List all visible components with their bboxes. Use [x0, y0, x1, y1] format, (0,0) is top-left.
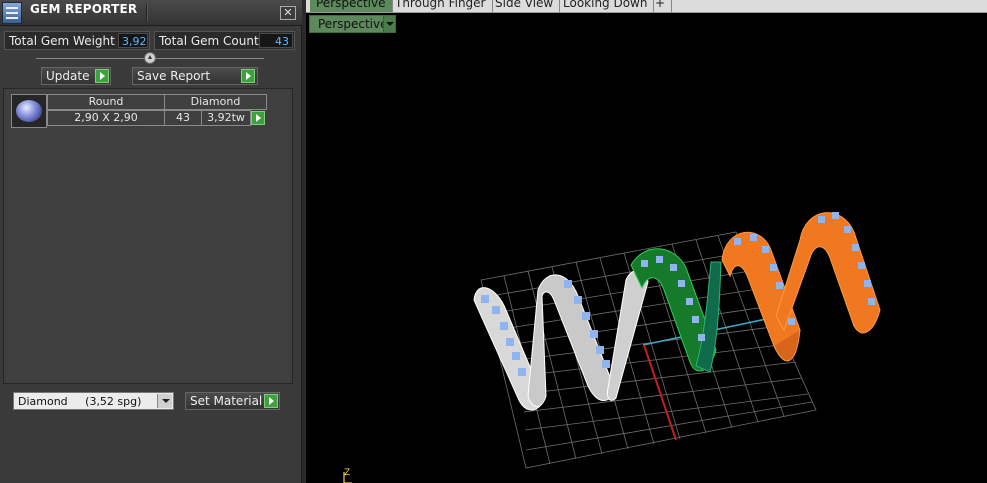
white-ring-2	[527, 274, 617, 407]
play-arrow-icon	[264, 394, 278, 408]
header-divider	[146, 4, 148, 22]
chevron-down-icon[interactable]	[157, 394, 172, 408]
save-report-label: Save Report	[137, 69, 211, 83]
total-gem-weight: Total Gem Weight 3,92	[4, 31, 150, 50]
add-tab-icon[interactable]: +	[649, 0, 673, 12]
play-arrow-icon[interactable]	[251, 111, 265, 125]
chevron-down-icon[interactable]	[383, 16, 395, 32]
play-arrow-icon	[241, 69, 255, 83]
update-label: Update	[46, 69, 90, 83]
total-weight-value: 3,92	[118, 33, 148, 48]
tab-looking-down[interactable]: Looking Down	[557, 0, 655, 12]
gem-reporter-icon	[2, 2, 22, 24]
material-select-value: Diamond (3,52 spg)	[18, 395, 142, 408]
panel-header: GEM REPORTER ✕	[0, 0, 302, 26]
save-report-button[interactable]: Save Report	[132, 67, 258, 85]
set-material-label: Set Material	[190, 394, 263, 408]
gem-size: 2,90 X 2,90	[47, 110, 165, 126]
viewport-scene[interactable]	[306, 0, 987, 483]
white-ring-3	[607, 270, 649, 401]
tab-side-view[interactable]: Side View	[489, 0, 561, 12]
z-axis-label: Z	[344, 468, 351, 478]
view-tab-strip: Perspective Through Finger Side View Loo…	[306, 0, 987, 13]
view-mode-label: Perspective	[318, 17, 388, 31]
total-gem-count: Total Gem Count 43	[154, 31, 295, 50]
slider-knob-icon[interactable]	[144, 52, 156, 64]
total-count-label: Total Gem Count	[159, 34, 259, 48]
gem-shape: Round	[47, 94, 165, 110]
update-button[interactable]: Update	[41, 67, 111, 85]
close-icon[interactable]: ✕	[280, 6, 296, 20]
tab-through-finger[interactable]: Through Finger	[389, 0, 493, 12]
gem-list: Round Diamond 2,90 X 2,90 43 3,92tw	[3, 88, 293, 384]
3d-viewport[interactable]: Perspective Through Finger Side View Loo…	[306, 0, 987, 483]
total-count-value: 43	[259, 33, 293, 48]
gem-weight: 3,92tw	[201, 110, 251, 126]
total-weight-label: Total Gem Weight	[9, 34, 115, 48]
tab-perspective[interactable]: Perspective	[310, 0, 393, 12]
gem-count: 43	[164, 110, 202, 126]
round-diamond-icon	[16, 100, 42, 122]
gem-thumbnail[interactable]	[11, 94, 47, 128]
play-arrow-icon	[95, 69, 109, 83]
panel-title: GEM REPORTER	[30, 2, 138, 16]
material-select[interactable]: Diamond (3,52 spg)	[13, 392, 174, 410]
gem-material: Diamond	[164, 94, 267, 110]
set-material-button[interactable]: Set Material	[185, 392, 280, 410]
view-mode-menu[interactable]: Perspective	[309, 15, 396, 33]
green-ring	[630, 248, 722, 373]
gem-reporter-panel: GEM REPORTER ✕ Total Gem Weight 3,92 Tot…	[0, 0, 302, 483]
